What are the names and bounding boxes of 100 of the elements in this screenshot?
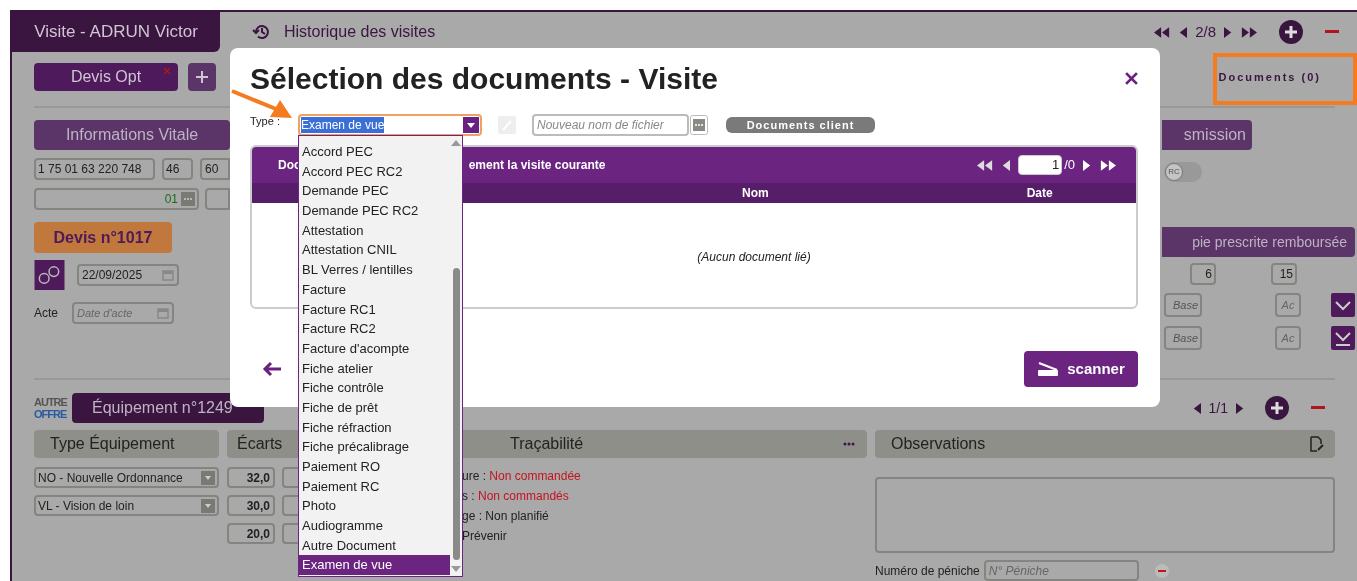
dropdown-option[interactable]: Facture RC2 <box>299 319 450 339</box>
dropdown-option[interactable]: Facture d'acompte <box>299 338 450 359</box>
quote-tab[interactable]: Devis Opt <box>34 63 178 91</box>
scanner-icon <box>1037 362 1060 376</box>
plus-icon <box>196 71 208 83</box>
history-link[interactable]: Historique des visites <box>284 20 436 44</box>
visit-pager: 2/8 <box>1195 21 1216 42</box>
type-select[interactable]: VL - Vision de loin <box>34 495 219 516</box>
rc-toggle[interactable]: RC <box>1164 162 1202 182</box>
section-header: smission <box>1162 120 1252 150</box>
toggle-knob: RC <box>1165 163 1183 181</box>
type-value: NO - Nouvelle Ordonnance <box>38 469 183 487</box>
dropdown-option[interactable]: Facture RC1 <box>299 299 450 320</box>
scan-button[interactable]: scanner <box>1024 351 1138 387</box>
section-header: Informations Vitale <box>34 120 230 150</box>
scroll-thumb[interactable] <box>452 268 460 560</box>
column-title: Observations <box>891 434 986 454</box>
filename-field[interactable]: Nouveau nom de fichier <box>532 114 689 136</box>
column-header: Nom <box>742 185 769 202</box>
next-page-icon[interactable] <box>1236 402 1245 414</box>
page-field[interactable]: 1 <box>1018 155 1063 175</box>
next-page-icon[interactable] <box>1083 159 1092 171</box>
add-quote-button[interactable] <box>188 63 216 91</box>
table-caption: ement la visite courante <box>468 157 606 174</box>
empty-message: (Aucun document lié) <box>697 249 811 266</box>
age-field[interactable]: 46 <box>162 158 193 180</box>
dropdown-option[interactable]: Facture <box>299 279 450 300</box>
dropdown-option[interactable]: Fiche atelier <box>299 358 450 379</box>
value-field[interactable]: 6 <box>1190 263 1216 285</box>
dialog-title: Sélection des documents - Visite <box>250 60 718 97</box>
code-value: 01 <box>164 191 178 208</box>
page-total: /0 <box>1064 156 1075 175</box>
date-field[interactable]: 22/09/2025 <box>77 264 179 286</box>
back-arrow-icon[interactable] <box>262 361 282 377</box>
type-label: Type : <box>250 114 281 129</box>
act-date-placeholder: Date d'acte <box>77 305 133 321</box>
act-label: Acte <box>34 305 58 322</box>
traceability-line: Prévenir <box>462 528 508 544</box>
dropdown-option[interactable]: Audiogramme <box>299 516 450 536</box>
more-icon[interactable] <box>843 442 855 446</box>
add-icon[interactable] <box>1279 20 1303 44</box>
chevron-down-icon[interactable] <box>1331 293 1355 317</box>
remove-icon[interactable] <box>1325 30 1339 34</box>
last-page-icon[interactable] <box>1100 159 1116 171</box>
edit-note-icon[interactable] <box>1309 436 1325 452</box>
dropdown-option[interactable]: Paiement RO <box>299 457 450 477</box>
client-documents-button[interactable]: Documents client <box>726 117 875 133</box>
more-icon[interactable] <box>690 115 708 135</box>
add-icon[interactable] <box>1265 396 1289 420</box>
barge-label: Numéro de péniche <box>875 562 980 580</box>
column-header: Date <box>1026 185 1053 202</box>
gap-field[interactable]: 32,0 <box>227 467 275 488</box>
quote-title: Devis n°1017 <box>34 222 172 253</box>
dropdown-option[interactable]: Demande PEC RC2 <box>299 201 450 221</box>
history-icon[interactable] <box>252 22 272 42</box>
ss-number-field[interactable]: 1 75 01 63 220 748 <box>34 158 155 180</box>
observations-field[interactable] <box>875 477 1335 553</box>
equipment-pager: 1/1 <box>1208 398 1228 418</box>
gap-field[interactable]: 30,0 <box>227 495 275 516</box>
last-page-icon[interactable] <box>1241 26 1257 38</box>
dropdown-icon[interactable] <box>463 117 479 133</box>
dropdown-option[interactable]: BL Verres / lentilles <box>299 260 450 280</box>
type-value: VL - Vision de loin <box>38 497 135 515</box>
gap-field[interactable]: 20,0 <box>227 523 275 544</box>
column-header: Type Équipement <box>34 430 219 458</box>
previous-page-icon[interactable] <box>1178 26 1188 38</box>
dropdown-option[interactable]: Attestation CNIL <box>299 240 450 261</box>
scroll-down-icon[interactable] <box>451 566 461 572</box>
dropdown-option[interactable]: Fiche de prêt <box>299 397 450 418</box>
first-page-icon[interactable] <box>977 159 994 171</box>
date-value: 22/09/2025 <box>82 267 143 284</box>
traceability-line: s : Non commandés <box>462 488 570 504</box>
type-select[interactable]: NO - Nouvelle Ordonnance <box>34 467 219 488</box>
dropdown-option[interactable]: Autre Document <box>299 535 450 556</box>
dropdown-option[interactable]: Demande PEC <box>299 181 450 202</box>
next-page-icon[interactable] <box>1224 26 1233 38</box>
glasses-icon[interactable] <box>34 260 65 290</box>
equipment-tab[interactable]: Équipement n°1249 <box>72 393 264 423</box>
documents-button[interactable]: Documents (0) <box>1218 68 1321 86</box>
selected-type: Examen de vue <box>301 117 385 133</box>
first-page-icon[interactable] <box>1154 26 1171 38</box>
dropdown-option[interactable]: Photo <box>299 496 450 517</box>
previous-page-icon[interactable] <box>1001 159 1011 171</box>
visit-tab[interactable]: Visite - ADRUN Victor <box>12 12 220 52</box>
close-icon[interactable] <box>1125 71 1138 85</box>
download-icon[interactable] <box>1331 326 1355 350</box>
remove-icon[interactable] <box>1311 406 1325 410</box>
traceability-line: ure : Non commandée <box>462 468 582 484</box>
column-title: Traçabilité <box>510 434 584 454</box>
section-header: pie prescrite remboursée <box>1162 227 1355 257</box>
remove-icon[interactable] <box>1154 563 1169 578</box>
dropdown-option[interactable]: Accord PEC RC2 <box>299 161 450 182</box>
traceability-line: ge : Non planifié <box>462 508 550 524</box>
dropdown-option[interactable]: Paiement RC <box>299 476 450 497</box>
dropdown-option[interactable]: Examen de vue <box>299 555 450 576</box>
value-field[interactable]: 15 <box>1271 263 1297 285</box>
dropdown-option[interactable]: Attestation <box>299 220 450 241</box>
dropdown-option[interactable]: Accord PEC <box>299 142 450 162</box>
dropdown-option[interactable]: Fiche contrôle <box>299 378 450 398</box>
previous-page-icon[interactable] <box>1191 402 1201 414</box>
